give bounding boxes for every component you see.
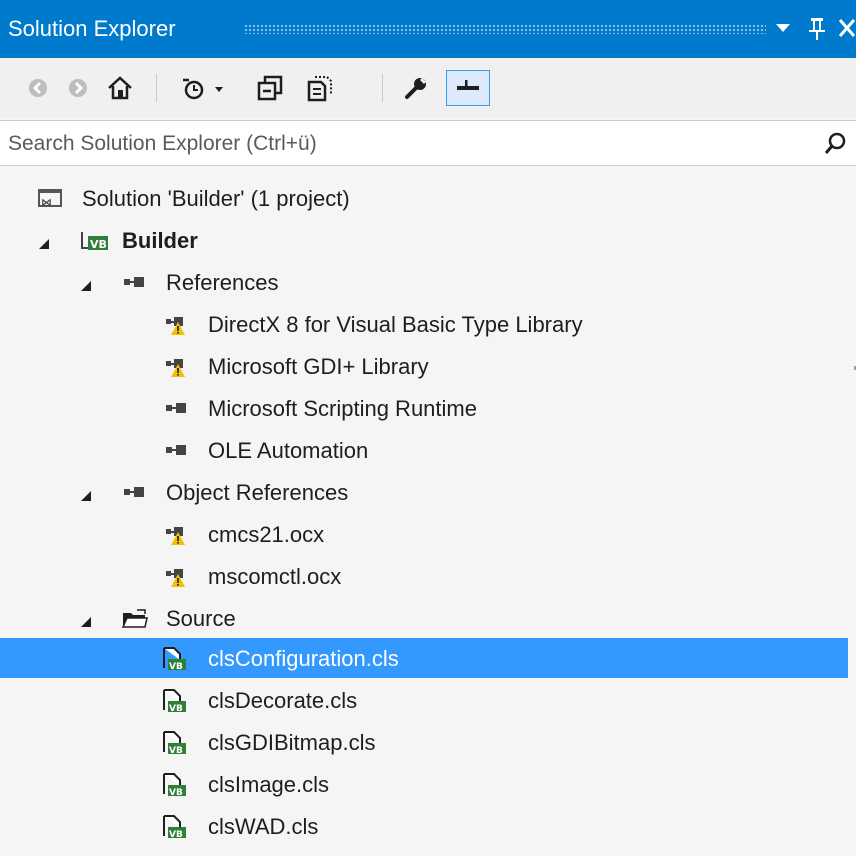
close-icon[interactable] [836, 10, 856, 46]
references-icon [120, 270, 148, 294]
vb-class-icon: VB [160, 646, 188, 672]
tree-item-file[interactable]: VB clsWAD.cls [0, 806, 848, 846]
drag-grip[interactable] [244, 24, 766, 34]
tree-item-label: Object References [166, 480, 349, 505]
tree-item-label: Microsoft Scripting Runtime [208, 396, 477, 421]
svg-text:VB: VB [169, 746, 183, 756]
tree-item-references[interactable]: References [0, 262, 848, 302]
reference-warning-icon [162, 522, 190, 546]
dropdown-arrow-icon[interactable] [768, 10, 798, 46]
solution-icon: ⋈ [36, 186, 64, 210]
reference-icon [162, 438, 190, 462]
tree-item-label: Builder [122, 228, 198, 253]
preview-selected-button[interactable] [446, 70, 490, 106]
tree-item-file[interactable]: VB clsImage.cls [0, 764, 848, 804]
solution-tree: ⋈ Solution 'Builder' (1 project) VB Buil… [0, 166, 856, 856]
svg-text:VB: VB [169, 830, 183, 840]
expand-arrow-icon[interactable] [78, 610, 94, 627]
search-input[interactable] [6, 127, 810, 161]
tree-item-reference[interactable]: Microsoft GDI+ Library [0, 346, 848, 386]
toolbar [0, 58, 856, 118]
home-button[interactable] [102, 72, 138, 104]
collapse-all-button[interactable] [250, 72, 290, 104]
tree-item-file-selected[interactable]: VB clsConfiguration.cls [0, 638, 848, 678]
back-button[interactable] [22, 72, 54, 104]
clock-icon [177, 74, 237, 102]
forward-arrow-icon [66, 76, 90, 100]
toolbar-separator [156, 74, 157, 102]
tree-item-reference[interactable]: DirectX 8 for Visual Basic Type Library [0, 304, 848, 344]
properties-button[interactable] [398, 72, 434, 104]
show-all-files-icon [305, 74, 335, 102]
search-box [0, 120, 856, 166]
tree-item-label: cmcs21.ocx [208, 522, 325, 547]
tree-item-solution[interactable]: ⋈ Solution 'Builder' (1 project) [0, 178, 848, 218]
tree-item-label: Microsoft GDI+ Library [208, 354, 429, 379]
tree-item-reference[interactable]: Microsoft Scripting Runtime [0, 388, 848, 428]
reference-warning-icon [162, 354, 190, 378]
svg-text:VB: VB [169, 788, 183, 798]
vb-class-icon: VB [160, 688, 188, 714]
reference-icon [162, 396, 190, 420]
panel-title: Solution Explorer [8, 16, 176, 41]
tree-item-label: clsDecorate.cls [208, 688, 358, 713]
pending-changes-filter-button[interactable] [174, 72, 240, 104]
toolbar-separator [382, 74, 383, 102]
folder-icon [120, 606, 148, 630]
tree-item-label: mscomctl.ocx [208, 564, 342, 589]
home-icon [105, 74, 135, 102]
reference-warning-icon [162, 312, 190, 336]
tree-item-label: clsConfiguration.cls [208, 646, 399, 671]
tree-item-label: References [166, 270, 279, 295]
pin-icon[interactable] [802, 10, 832, 46]
collapse-all-icon [255, 74, 285, 102]
tree-item-reference[interactable]: cmcs21.ocx [0, 514, 848, 554]
show-all-files-button[interactable] [300, 72, 340, 104]
vb-class-icon: VB [160, 772, 188, 798]
tree-item-reference[interactable]: mscomctl.ocx [0, 556, 848, 596]
tree-item-label: Solution 'Builder' (1 project) [82, 186, 350, 211]
vb-class-icon: VB [160, 730, 188, 756]
title-bar: Solution Explorer [0, 0, 856, 58]
tree-item-object-references[interactable]: Object References [0, 472, 848, 512]
tree-item-project[interactable]: VB Builder [0, 220, 848, 260]
tree-item-reference[interactable]: OLE Automation [0, 430, 848, 470]
vb-project-icon: VB [80, 228, 108, 252]
tree-item-file[interactable]: VB clsGDIBitmap.cls [0, 722, 848, 762]
wrench-icon [402, 74, 430, 102]
svg-text:⋈: ⋈ [41, 196, 52, 209]
vb-class-icon: VB [160, 814, 188, 840]
expand-arrow-icon[interactable] [78, 274, 94, 291]
tree-item-source-folder[interactable]: Source [0, 598, 848, 638]
reference-warning-icon [162, 564, 190, 588]
expand-arrow-icon[interactable] [78, 484, 94, 501]
references-icon [120, 480, 148, 504]
svg-text:VB: VB [169, 662, 183, 672]
back-arrow-icon [26, 76, 50, 100]
tree-item-file[interactable]: VB clsDecorate.cls [0, 680, 848, 720]
preview-icon [453, 74, 483, 102]
tree-item-label: OLE Automation [208, 438, 369, 463]
tree-item-label: clsImage.cls [208, 772, 330, 797]
tree-item-label: clsGDIBitmap.cls [208, 730, 376, 755]
svg-text:VB: VB [169, 704, 183, 714]
tree-item-label: clsWAD.cls [208, 814, 319, 839]
forward-button[interactable] [62, 72, 94, 104]
search-icon[interactable] [820, 129, 850, 159]
svg-text:VB: VB [90, 238, 107, 251]
tree-item-label: DirectX 8 for Visual Basic Type Library [208, 312, 583, 337]
tree-item-label: Source [166, 606, 236, 631]
expand-arrow-icon[interactable] [36, 232, 52, 249]
